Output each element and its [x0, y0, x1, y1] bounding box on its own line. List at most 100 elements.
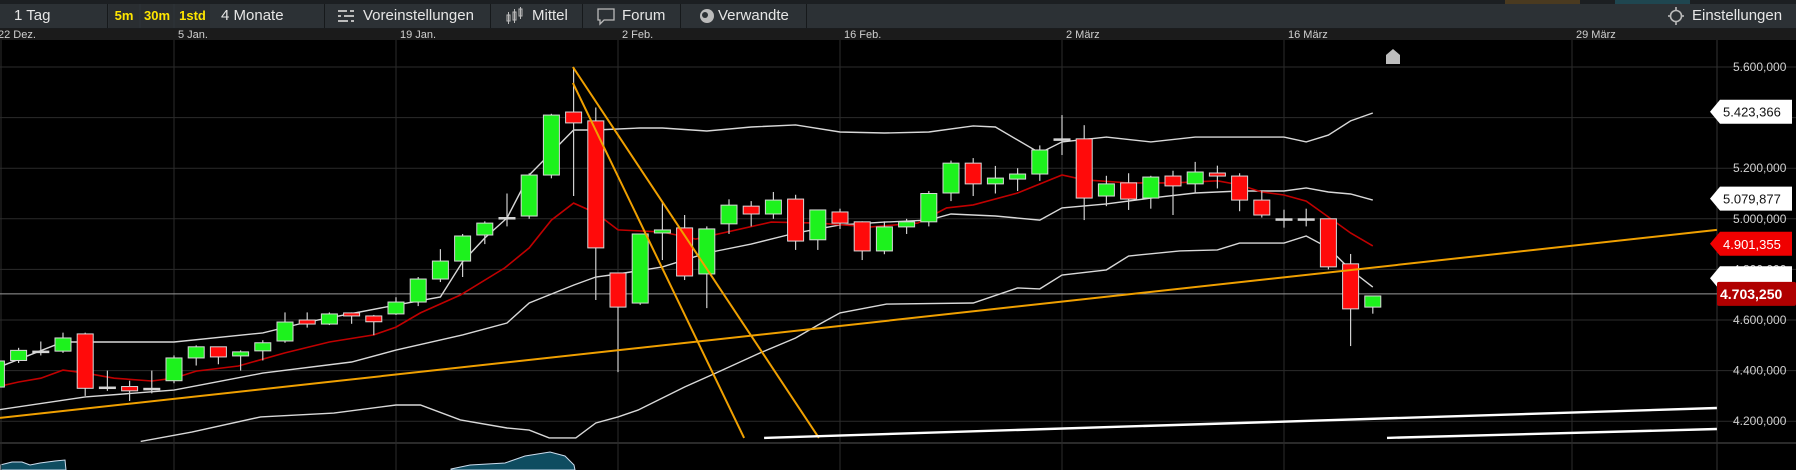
candle — [165, 355, 183, 384]
candle-body — [1297, 218, 1315, 221]
candle — [1009, 168, 1027, 191]
candle — [1297, 208, 1315, 227]
price-badge: 5.423,366 — [1710, 99, 1792, 124]
candle-body — [1120, 182, 1138, 200]
candle-body — [254, 342, 272, 352]
marker-icon[interactable] — [1386, 49, 1400, 64]
candle-body — [298, 319, 316, 325]
candle-body — [942, 162, 960, 194]
lower-band-line — [140, 235, 1374, 442]
candle — [1275, 209, 1293, 228]
candle — [676, 215, 694, 281]
candle-body — [631, 233, 649, 304]
candle-body — [143, 387, 161, 391]
candle-body — [653, 229, 671, 234]
moving-average-line — [0, 174, 1374, 388]
candle-body — [10, 349, 28, 361]
x-tick-label: 16 Feb. — [844, 29, 881, 41]
date-axis-bar — [0, 29, 1796, 40]
candle — [1186, 161, 1204, 194]
candle — [343, 312, 361, 324]
y-tick-label: 4.600,000 — [1733, 313, 1787, 327]
candle — [276, 312, 294, 343]
candle-body — [831, 211, 849, 224]
y-tick-label: 5.200,000 — [1733, 161, 1787, 175]
candle-body — [542, 114, 560, 176]
candle — [809, 209, 827, 250]
trend-line — [0, 228, 1717, 419]
candle — [587, 107, 605, 301]
support-line — [1386, 427, 1717, 440]
candle — [986, 165, 1004, 194]
candle-body — [809, 209, 827, 241]
candle — [76, 332, 94, 396]
price-chart[interactable]: 22 Dez. 5 Jan. 19 Jan. 2 Feb. 16 Feb. 2 März 1… — [0, 0, 1796, 470]
candle-body — [320, 313, 338, 325]
badge-label: 4.901,355 — [1723, 237, 1781, 252]
candle — [387, 297, 405, 315]
candle-body — [0, 360, 5, 388]
candle-body — [1319, 218, 1337, 268]
candle — [742, 201, 760, 227]
candle-body — [276, 321, 294, 342]
candle — [187, 345, 205, 366]
x-tick-label: 22 Dez. — [0, 29, 36, 41]
candle — [498, 193, 516, 227]
candle — [520, 173, 538, 219]
candle-body — [986, 177, 1004, 185]
candle — [143, 370, 161, 394]
candle-body — [1253, 199, 1271, 216]
indicator-area — [450, 451, 576, 470]
candle-body — [1075, 138, 1093, 199]
candle-body — [232, 351, 250, 357]
panel-divider — [0, 442, 1796, 444]
candle-body — [609, 272, 627, 308]
y-tick-label: 5.000,000 — [1733, 212, 1787, 226]
candle — [1231, 173, 1249, 212]
candle — [98, 370, 116, 391]
candle-body — [343, 312, 361, 317]
candle — [54, 332, 72, 353]
candle — [121, 380, 139, 401]
candle — [631, 233, 649, 305]
candle — [1053, 115, 1071, 156]
candle — [1208, 165, 1226, 189]
indicator-area — [0, 459, 67, 470]
candle — [1364, 295, 1382, 314]
candle — [1031, 145, 1049, 181]
price-badge: 4.703,250 — [1717, 281, 1796, 306]
candle — [232, 350, 250, 371]
candle-body — [565, 111, 583, 124]
candle-body — [1364, 295, 1382, 308]
candle-body — [787, 198, 805, 242]
candle-body — [720, 204, 738, 225]
candle-body — [76, 333, 94, 389]
candle — [0, 360, 5, 388]
candle — [298, 312, 316, 328]
candle-body — [1164, 175, 1182, 187]
candle-body — [1053, 138, 1071, 141]
x-tick-label: 19 Jan. — [400, 29, 436, 41]
candle-body — [98, 386, 116, 390]
candle-body — [875, 226, 893, 252]
candle-body — [742, 205, 760, 215]
candle — [1120, 173, 1138, 210]
candle — [853, 221, 871, 261]
candle-body — [454, 235, 472, 262]
candle-body — [121, 386, 139, 392]
price-badge: 5.079,877 — [1710, 186, 1792, 211]
trend-line — [571, 82, 746, 439]
candle-body — [165, 357, 183, 382]
candle-body — [1186, 171, 1204, 185]
candle — [720, 199, 738, 234]
candle — [942, 160, 960, 202]
candle — [476, 221, 494, 245]
candle-body — [520, 174, 538, 217]
x-tick-label: 2 Feb. — [622, 29, 653, 41]
candle-body — [409, 278, 427, 303]
candle — [964, 158, 982, 197]
candle-body — [54, 337, 72, 352]
candle-body — [1275, 218, 1293, 221]
x-tick-label: 5 Jan. — [178, 29, 208, 41]
candle — [209, 346, 227, 365]
